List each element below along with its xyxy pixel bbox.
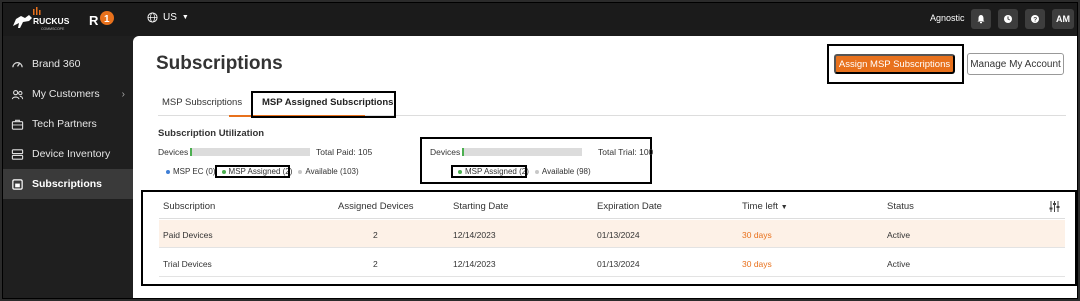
table-row[interactable]: Trial Devices 2 12/14/2023 01/13/2024 30… — [159, 249, 1065, 277]
column-header-subscription[interactable]: Subscription — [163, 201, 215, 212]
activity-button[interactable] — [998, 9, 1018, 29]
trial-utilization-bar — [462, 148, 582, 156]
legend-msp-assigned: MSP Assigned (2) — [458, 167, 529, 176]
server-icon — [11, 148, 24, 160]
globe-icon — [147, 12, 158, 23]
legend-msp-assigned: MSP Assigned (2) — [221, 167, 292, 176]
dot-icon — [221, 169, 226, 174]
column-settings-icon[interactable] — [1048, 200, 1061, 213]
svg-text:1: 1 — [104, 14, 110, 25]
column-header-starting-date[interactable]: Starting Date — [453, 201, 508, 212]
utilization-title: Subscription Utilization — [158, 128, 265, 139]
page-title: Subscriptions — [156, 53, 283, 74]
dot-icon — [534, 169, 539, 174]
cell-subscription: Paid Devices — [163, 230, 213, 240]
svg-text:R: R — [89, 13, 99, 28]
assign-msp-subscriptions-button[interactable]: Assign MSP Subscriptions — [834, 54, 955, 74]
cell-time-left: 30 days — [742, 230, 772, 240]
cell-expiration-date: 01/13/2024 — [597, 230, 640, 240]
column-header-assigned-devices[interactable]: Assigned Devices — [338, 201, 414, 212]
sort-desc-icon: ▼ — [780, 204, 788, 211]
trial-utilization-fill — [462, 148, 465, 156]
dot-icon — [298, 169, 303, 174]
sidebar-item-tech-partners[interactable]: Tech Partners — [3, 109, 133, 139]
active-tab-indicator — [229, 115, 365, 117]
brand-sub: COMMSCOPE — [41, 27, 65, 31]
trial-legend: MSP Assigned (2) Available (98) — [458, 167, 591, 176]
tab-bar: MSP Subscriptions MSP Assigned Subscript… — [158, 94, 1066, 116]
tab-msp-assigned-subscriptions[interactable]: MSP Assigned Subscriptions — [262, 97, 393, 108]
cell-assigned-devices: 2 — [373, 259, 378, 269]
cell-status: Active — [887, 259, 911, 269]
sidebar: Brand 360 My Customers › Tech Partners D… — [3, 36, 133, 298]
dot-icon — [458, 169, 462, 174]
legend-available: Available (98) — [534, 167, 591, 176]
help-button[interactable]: ? — [1025, 9, 1045, 29]
sidebar-item-my-customers[interactable]: My Customers › — [3, 79, 133, 109]
paid-legend: MSP EC (0) MSP Assigned (2) Available (1… — [166, 167, 359, 176]
svg-text:?: ? — [1033, 16, 1037, 23]
region-selector[interactable]: US ▼ — [147, 12, 189, 23]
account-name: Agnostic — [930, 13, 965, 23]
tab-msp-subscriptions[interactable]: MSP Subscriptions — [162, 97, 242, 108]
region-label: US — [163, 12, 177, 23]
sidebar-item-label: Device Inventory — [32, 148, 111, 160]
legend-msp-ec: MSP EC (0) — [166, 167, 216, 176]
bell-icon — [977, 15, 985, 24]
total-paid-label: Total Paid: 105 — [316, 147, 373, 157]
briefcase-icon — [11, 119, 24, 130]
ruckus-logo: RUCKUS COMMSCOPE R 1 — [13, 7, 114, 31]
sidebar-item-brand-360[interactable]: Brand 360 — [3, 49, 133, 79]
sidebar-item-subscriptions[interactable]: Subscriptions — [3, 169, 133, 199]
user-initials: AM — [1056, 14, 1070, 24]
help-icon: ? — [1031, 15, 1039, 23]
cell-starting-date: 12/14/2023 — [453, 230, 496, 240]
brand-name: RUCKUS — [33, 16, 70, 26]
chevron-right-icon: › — [121, 88, 125, 100]
sidebar-item-label: Brand 360 — [32, 58, 81, 70]
paid-utilization-bar — [190, 148, 310, 156]
table-row[interactable]: Paid Devices 2 12/14/2023 01/13/2024 30 … — [159, 220, 1065, 248]
notifications-button[interactable] — [971, 9, 991, 29]
app-window: RUCKUS COMMSCOPE R 1 US ▼ Agnostic ? AM … — [2, 2, 1078, 299]
sidebar-item-label: Subscriptions — [32, 178, 103, 190]
table-header: Subscription Assigned Devices Starting D… — [159, 194, 1065, 219]
highlight-box — [420, 137, 652, 184]
cell-expiration-date: 01/13/2024 — [597, 259, 640, 269]
subscription-icon — [12, 178, 23, 190]
column-header-time-left[interactable]: Time left ▼ — [742, 201, 788, 212]
column-header-expiration-date[interactable]: Expiration Date — [597, 201, 662, 212]
dot-icon — [166, 169, 170, 174]
users-icon — [11, 89, 24, 99]
column-header-status[interactable]: Status — [887, 201, 914, 212]
manage-my-account-button[interactable]: Manage My Account — [967, 53, 1064, 75]
cell-time-left: 30 days — [742, 259, 772, 269]
cell-assigned-devices: 2 — [373, 230, 378, 240]
trial-devices-label: Devices — [430, 147, 461, 157]
paid-devices-label: Devices — [158, 147, 189, 157]
cell-subscription: Trial Devices — [163, 259, 212, 269]
top-bar: RUCKUS COMMSCOPE R 1 US ▼ Agnostic ? AM — [3, 3, 1077, 36]
main-content: Subscriptions Assign MSP Subscriptions M… — [133, 36, 1077, 298]
cell-starting-date: 12/14/2023 — [453, 259, 496, 269]
caret-down-icon: ▼ — [181, 14, 189, 21]
sidebar-item-label: Tech Partners — [32, 118, 97, 130]
total-trial-label: Total Trial: 100 — [598, 147, 654, 157]
clock-icon — [1004, 15, 1012, 23]
user-avatar[interactable]: AM — [1052, 9, 1074, 29]
cell-status: Active — [887, 230, 911, 240]
sidebar-item-label: My Customers — [32, 88, 100, 100]
paid-utilization-fill — [190, 148, 193, 156]
legend-available: Available (103) — [298, 167, 359, 176]
gauge-icon — [12, 61, 23, 67]
sidebar-item-device-inventory[interactable]: Device Inventory — [3, 139, 133, 169]
